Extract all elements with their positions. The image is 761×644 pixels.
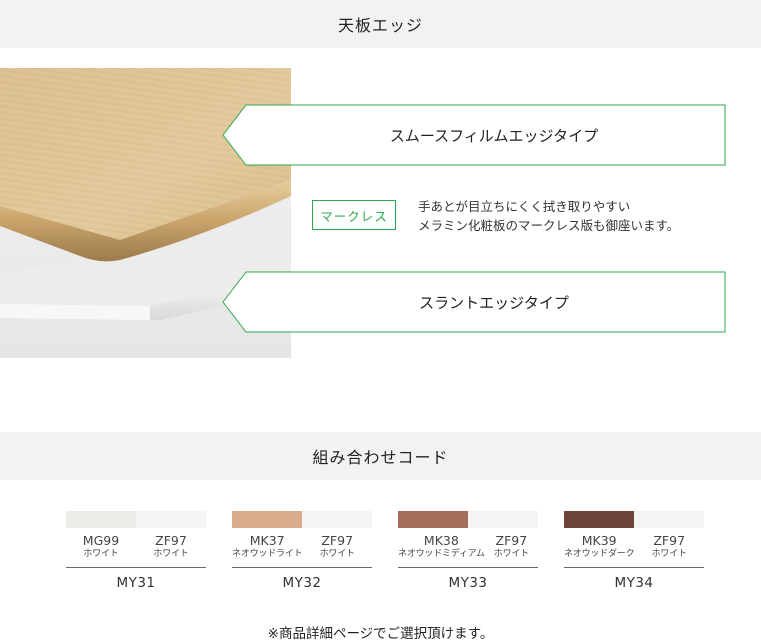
swatch-frame-color <box>302 511 372 528</box>
section-header-edge: 天板エッジ <box>0 0 761 48</box>
color-swatches <box>232 511 372 528</box>
desc-line-2: メラミン化粧板のマークレス版も御座います。 <box>418 218 680 233</box>
color-swatches <box>66 511 206 528</box>
frame-color-code: ZF97 <box>155 533 187 548</box>
footer-note: ※商品詳細ページでご選択頂けます。 <box>267 626 494 642</box>
frame-color-name: ホワイト <box>493 549 529 559</box>
top-color-name: ネオウッドダーク <box>564 549 635 559</box>
color-swatches <box>564 511 704 528</box>
frame-color-name: ホワイト <box>153 549 189 559</box>
top-color-name: ネオウッドミディアム <box>398 549 485 559</box>
color-swatches <box>398 511 538 528</box>
frame-color-code: ZF97 <box>495 533 528 548</box>
callout-slant-edge: スラントエッジタイプ <box>222 271 726 333</box>
markless-badge: マークレス <box>312 200 396 230</box>
top-color-code: MG99 <box>82 533 120 548</box>
section-title: 天板エッジ <box>337 16 423 35</box>
combo-code: MY31 <box>116 575 156 591</box>
swatch-top-color <box>66 511 136 528</box>
combo-my33: MK38 ネオウッドミディアム ZF97 ホワイト MY33 <box>398 511 538 591</box>
top-color-code: MK38 <box>423 533 459 548</box>
divider <box>66 567 206 568</box>
markless-description: 手あとが目立ちにくく拭き取りやすい メラミン化粧板のマークレス版も御座います。 <box>418 197 679 235</box>
combo-my31: MG99 ホワイト ZF97 ホワイト MY31 <box>66 511 206 591</box>
top-color-code: MK39 <box>581 533 617 548</box>
swatch-frame-color <box>136 511 206 528</box>
section-title: 組み合わせコード <box>312 448 449 467</box>
smooth-edge-label: スムースフィルムエッジタイプ <box>389 126 599 145</box>
divider <box>398 567 538 568</box>
top-color-name: ホワイト <box>83 549 119 559</box>
swatch-top-color <box>398 511 468 528</box>
combo-code: MY34 <box>614 575 654 591</box>
top-color-code: MK37 <box>249 533 285 548</box>
combo-my34: MK39 ネオウッドダーク ZF97 ホワイト MY34 <box>564 511 704 591</box>
frame-color-name: ホワイト <box>651 549 687 559</box>
combo-code: MY33 <box>448 575 488 591</box>
section-header-combo: 組み合わせコード <box>0 432 761 480</box>
divider <box>564 567 704 568</box>
combo-code: MY32 <box>282 575 322 591</box>
desc-line-1: 手あとが目立ちにくく拭き取りやすい <box>418 199 631 214</box>
callout-smooth-film-edge: スムースフィルムエッジタイプ <box>222 104 726 166</box>
swatch-frame-color <box>634 511 704 528</box>
swatch-top-color <box>232 511 302 528</box>
divider <box>232 567 372 568</box>
swatch-frame-color <box>468 511 538 528</box>
slant-edge-label: スラントエッジタイプ <box>419 293 569 312</box>
combo-my32: MK37 ネオウッドライト ZF97 ホワイト MY32 <box>232 511 372 591</box>
frame-color-name: ホワイト <box>319 549 355 559</box>
frame-color-code: ZF97 <box>321 533 354 548</box>
swatch-top-color <box>564 511 634 528</box>
top-color-name: ネオウッドライト <box>232 549 303 559</box>
frame-color-code: ZF97 <box>653 533 686 548</box>
